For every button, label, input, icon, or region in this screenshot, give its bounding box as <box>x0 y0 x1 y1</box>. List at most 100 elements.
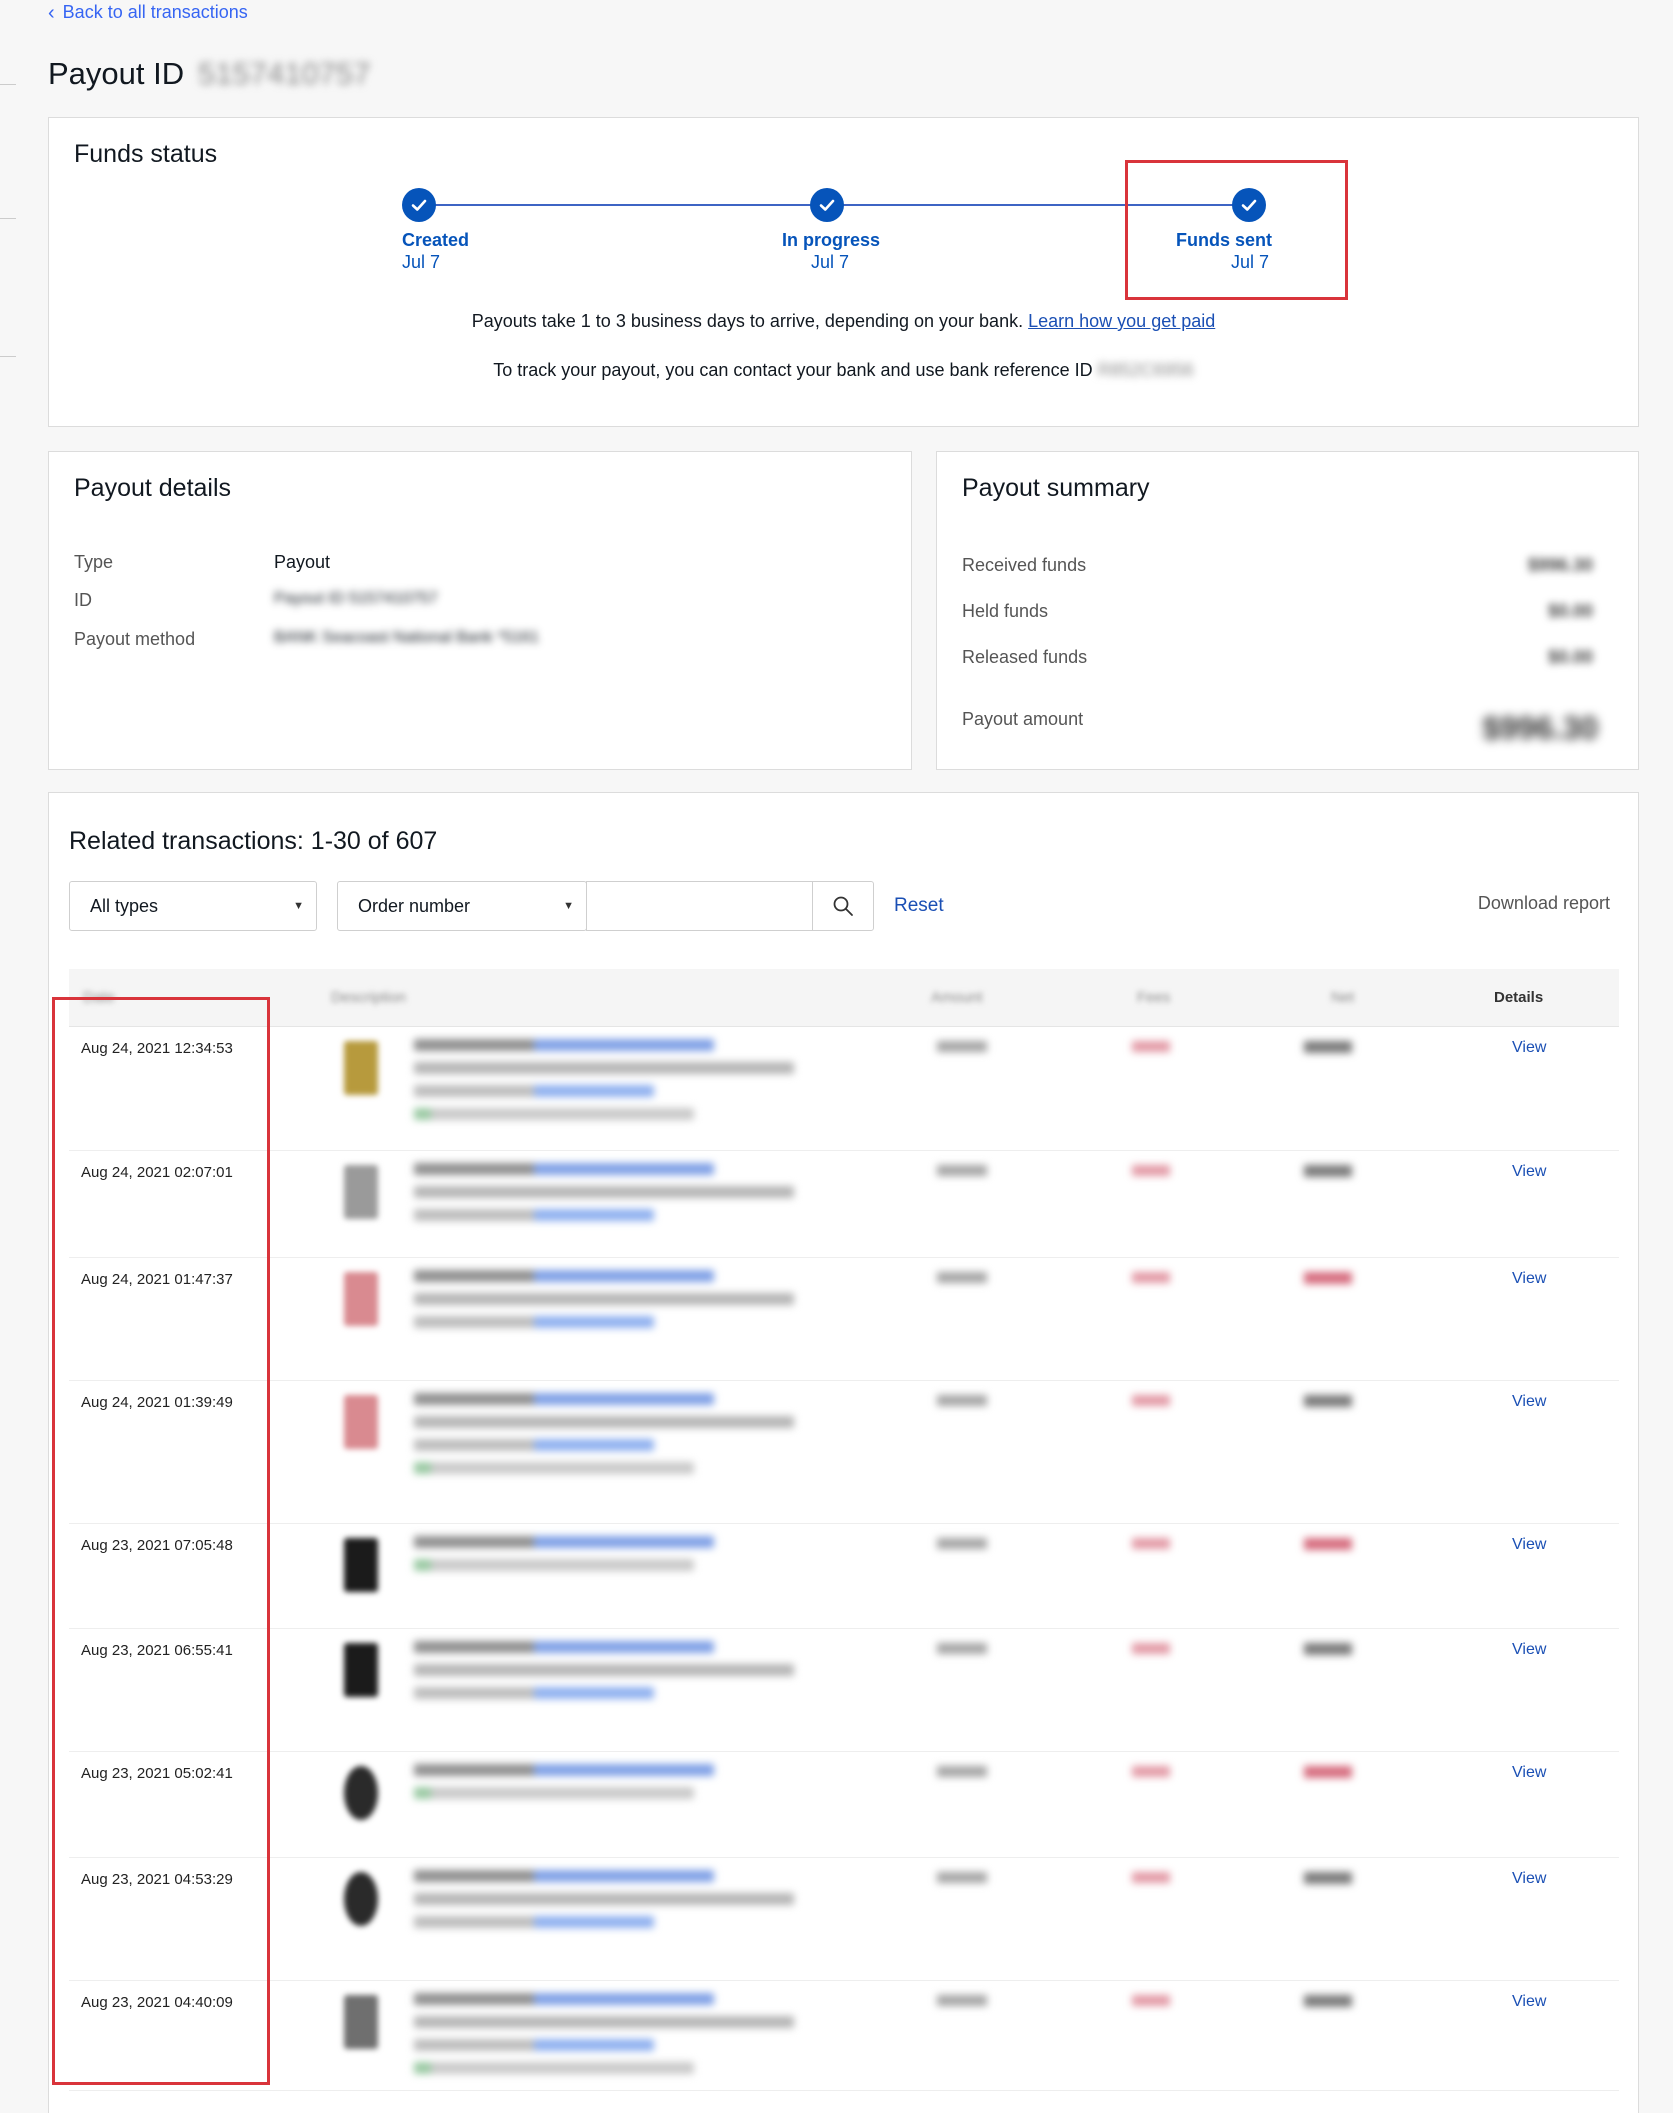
back-to-transactions-link[interactable]: ‹ Back to all transactions <box>48 2 248 23</box>
view-details-link[interactable]: View <box>1512 1870 1546 1888</box>
check-circle-icon <box>402 188 436 222</box>
download-report-link[interactable]: Download report <box>1478 893 1610 914</box>
transaction-net-redacted <box>1304 1872 1352 1884</box>
view-details-link[interactable]: View <box>1512 1641 1546 1659</box>
caret-down-icon: ▼ <box>563 900 574 912</box>
search-by-select[interactable]: Order number ▼ <box>337 881 587 931</box>
transaction-description-redacted <box>414 1163 854 1232</box>
table-row: Aug 24, 2021 12:34:53 View <box>69 1027 1619 1151</box>
item-thumbnail <box>344 1538 378 1592</box>
payout-method-value: BANK Seacoast National Bank *5161 <box>274 629 540 646</box>
item-thumbnail <box>344 1995 378 2049</box>
table-row: Aug 24, 2021 02:07:01 View <box>69 1151 1619 1258</box>
search-icon <box>833 896 853 916</box>
caret-down-icon: ▼ <box>293 900 304 912</box>
check-circle-icon <box>810 188 844 222</box>
type-filter-select[interactable]: All types ▼ <box>69 881 317 931</box>
transaction-description-redacted <box>414 1039 854 1131</box>
transaction-fee-redacted <box>1132 1766 1170 1777</box>
transaction-net-redacted <box>1304 1165 1352 1177</box>
transaction-fee-redacted <box>1132 1643 1170 1654</box>
funds-status-card: Funds status Created Jul 7 In progress J… <box>48 117 1639 427</box>
search-input[interactable] <box>586 881 823 931</box>
bank-reference-id: R852C6956 <box>1097 360 1194 380</box>
chevron-left-icon: ‹ <box>48 1 55 24</box>
held-funds-value: $0.00 <box>1547 601 1593 621</box>
payout-id-blurred: 5157410757 <box>198 56 371 91</box>
item-thumbnail <box>344 1272 378 1326</box>
transaction-amount-redacted <box>937 1165 987 1176</box>
transaction-fee-redacted <box>1132 1872 1170 1883</box>
step-created-date: Jul 7 <box>402 252 441 272</box>
payout-timing-note: Payouts take 1 to 3 business days to arr… <box>49 311 1638 332</box>
table-row: Aug 24, 2021 01:47:37 View <box>69 1258 1619 1381</box>
view-details-link[interactable]: View <box>1512 1393 1546 1411</box>
table-row: Aug 23, 2021 06:55:41 View <box>69 1629 1619 1752</box>
page-title-label: Payout ID <box>48 56 185 91</box>
item-thumbnail <box>344 1165 378 1219</box>
column-description: Description <box>331 989 407 1006</box>
view-details-link[interactable]: View <box>1512 1764 1546 1782</box>
transaction-description-redacted <box>414 1641 854 1710</box>
transaction-description-redacted <box>414 1764 854 1810</box>
transaction-amount-redacted <box>937 1995 987 2006</box>
type-value: Payout <box>274 552 331 572</box>
column-net: Net <box>1331 989 1355 1006</box>
item-thumbnail <box>344 1766 378 1820</box>
type-filter-value: All types <box>90 895 159 916</box>
table-row: Aug 23, 2021 04:53:29 View <box>69 1858 1619 1981</box>
payout-timing-text: Payouts take 1 to 3 business days to arr… <box>471 311 1024 331</box>
edge-divider <box>0 218 16 219</box>
view-details-link[interactable]: View <box>1512 1993 1546 2011</box>
transaction-net-redacted <box>1304 1766 1352 1778</box>
reset-link[interactable]: Reset <box>894 895 944 917</box>
payout-summary-card: Payout summary Received funds $996.30 He… <box>936 451 1639 770</box>
payout-method-label: Payout method <box>74 629 196 649</box>
item-thumbnail <box>344 1395 378 1449</box>
transaction-description-redacted <box>414 1393 854 1485</box>
column-fees: Fees <box>1137 989 1171 1006</box>
id-value: Payout ID 5157410757 <box>274 590 438 607</box>
date-column-highlight <box>52 997 270 2085</box>
transaction-amount-redacted <box>937 1041 987 1052</box>
received-funds-value: $996.30 <box>1527 555 1593 575</box>
search-button[interactable] <box>812 881 874 931</box>
table-row: Aug 23, 2021 05:02:41 View <box>69 1752 1619 1858</box>
learn-how-you-get-paid-link[interactable]: Learn how you get paid <box>1028 311 1215 331</box>
transaction-net-redacted <box>1304 1538 1352 1550</box>
transaction-description-redacted <box>414 1270 854 1339</box>
search-by-value: Order number <box>358 895 471 916</box>
step-in-progress-label: In progress <box>782 230 881 250</box>
table-row: Aug 23, 2021 04:40:09 View <box>69 1981 1619 2091</box>
view-details-link[interactable]: View <box>1512 1163 1546 1181</box>
payout-amount-label: Payout amount <box>962 709 1084 729</box>
column-amount: Amount <box>931 989 983 1006</box>
view-details-link[interactable]: View <box>1512 1039 1546 1057</box>
received-funds-label: Received funds <box>962 555 1087 575</box>
item-thumbnail <box>344 1872 378 1926</box>
transaction-description-redacted <box>414 1870 854 1939</box>
transaction-fee-redacted <box>1132 1995 1170 2006</box>
page-title: Payout ID 5157410757 <box>48 56 371 92</box>
payout-details-title: Payout details <box>74 474 232 502</box>
step-created-label: Created <box>402 230 470 250</box>
transaction-description-redacted <box>414 1993 854 2085</box>
table-header: Date Description Amount Fees Net Details <box>69 969 1619 1027</box>
transaction-amount-redacted <box>937 1538 987 1549</box>
related-transactions-card: Related transactions: 1-30 of 607 All ty… <box>48 792 1639 2113</box>
table-row: Aug 24, 2021 01:39:49 View <box>69 1381 1619 1524</box>
transaction-fee-redacted <box>1132 1538 1170 1549</box>
transaction-net-redacted <box>1304 1995 1352 2007</box>
view-details-link[interactable]: View <box>1512 1536 1546 1554</box>
funds-status-title: Funds status <box>74 140 218 168</box>
view-details-link[interactable]: View <box>1512 1270 1546 1288</box>
transaction-amount-redacted <box>937 1766 987 1777</box>
progress-line <box>419 204 827 206</box>
related-transactions-title: Related transactions: 1-30 of 607 <box>69 827 438 855</box>
transaction-fee-redacted <box>1132 1165 1170 1176</box>
held-funds-label: Held funds <box>962 601 1049 621</box>
released-funds-value: $0.00 <box>1547 647 1593 667</box>
transaction-amount-redacted <box>937 1872 987 1883</box>
payout-details-card: Payout details Type Payout ID Payout ID … <box>48 451 912 770</box>
bank-reference-note: To track your payout, you can contact yo… <box>49 360 1638 381</box>
